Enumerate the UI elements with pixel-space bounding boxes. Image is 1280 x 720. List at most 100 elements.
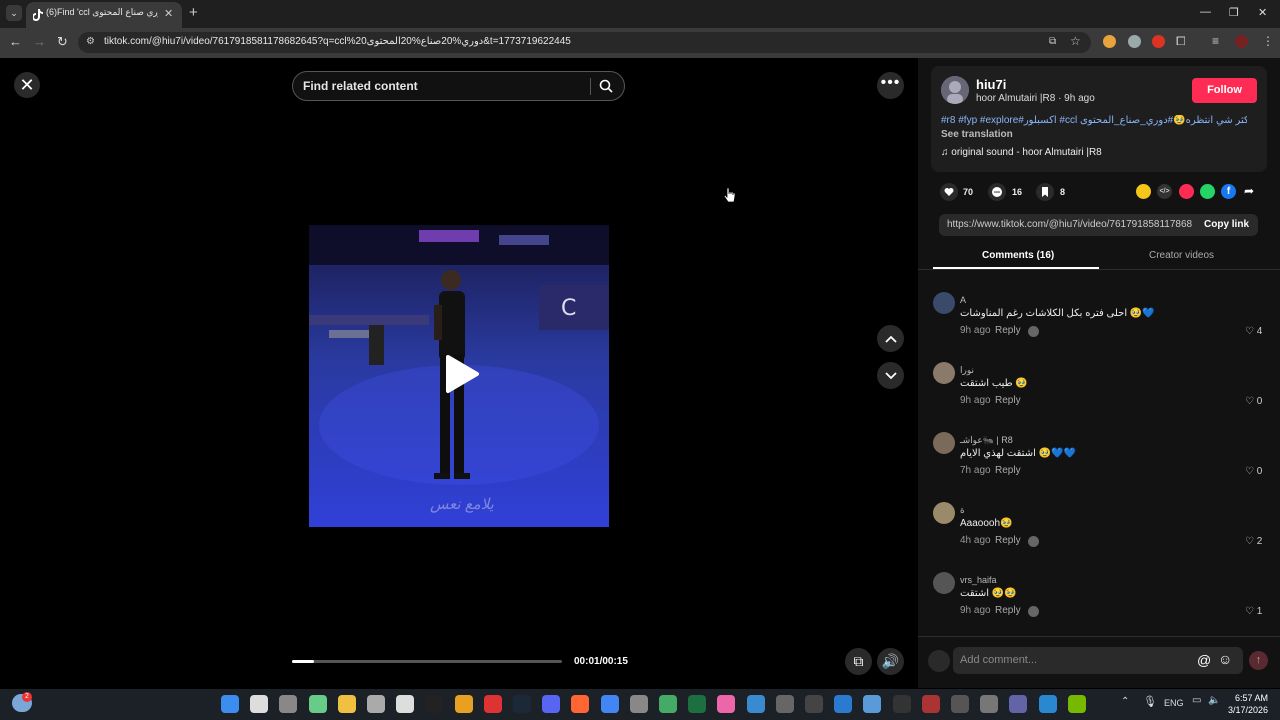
taskbar-paint-icon[interactable] (747, 695, 765, 713)
taskbar-task-view-icon[interactable] (279, 695, 297, 713)
reading-list-icon[interactable]: ≡ (1212, 34, 1219, 48)
reply-button[interactable]: Reply (995, 465, 1021, 476)
reply-button[interactable]: Reply (995, 605, 1021, 616)
share-link-url[interactable]: https://www.tiktok.com/@hiu7i/video/7617… (947, 219, 1193, 230)
emoji-share-icon[interactable] (1136, 184, 1151, 199)
reply-button[interactable]: Reply (995, 325, 1021, 336)
minimize-icon[interactable]: — (1200, 6, 1211, 18)
tab-search-button[interactable]: ⌄ (6, 5, 22, 21)
taskbar-rockstar-icon[interactable] (455, 695, 473, 713)
reload-icon[interactable]: ↻ (57, 34, 68, 50)
window-close-icon[interactable]: ✕ (1258, 6, 1267, 19)
comment-author[interactable]: ة (960, 505, 965, 516)
comment-avatar[interactable] (933, 432, 955, 454)
comment-avatar[interactable] (933, 362, 955, 384)
volume-icon[interactable]: 🔊 (877, 648, 904, 675)
reply-button[interactable]: Reply (995, 395, 1021, 406)
comment-like-button[interactable]: ♡ 0 (1245, 396, 1262, 407)
taskbar-search-icon[interactable] (250, 695, 268, 713)
bookmark-star-icon[interactable]: ☆ (1070, 34, 1081, 48)
embed-icon[interactable]: </> (1157, 184, 1172, 199)
taskbar-brave-icon[interactable] (571, 695, 589, 713)
send-to-friends-icon[interactable] (1179, 184, 1194, 199)
back-icon[interactable]: ← (9, 34, 22, 49)
taskbar-notepad-icon[interactable] (863, 695, 881, 713)
comment-author[interactable]: A (960, 295, 966, 305)
taskbar-app-1-icon[interactable] (396, 695, 414, 713)
forward-icon[interactable]: → (33, 34, 46, 49)
taskbar-edge-icon[interactable] (1039, 695, 1057, 713)
tab-creator-videos[interactable]: Creator videos (1149, 250, 1214, 261)
restore-icon[interactable]: ❐ (1229, 6, 1239, 19)
taskbar-terminal-icon[interactable] (893, 695, 911, 713)
language-indicator[interactable]: ENG (1164, 698, 1184, 708)
taskbar-copilot-2-icon[interactable] (659, 695, 677, 713)
taskbar-discord-icon[interactable] (542, 695, 560, 713)
more-options-button[interactable]: ••• (877, 72, 904, 99)
author-avatar[interactable] (941, 76, 969, 104)
comment-like-button[interactable]: ♡ 1 (1245, 606, 1262, 617)
taskbar-settings-icon[interactable] (367, 695, 385, 713)
emoji-icon[interactable]: ☺ (1218, 651, 1232, 667)
taskbar-teams-icon[interactable] (1009, 695, 1027, 713)
network-icon[interactable]: ▭ (1192, 695, 1201, 706)
mention-icon[interactable]: @ (1197, 652, 1211, 668)
taskbar-start-icon[interactable] (221, 695, 239, 713)
profile-avatar[interactable] (1235, 35, 1248, 48)
new-tab-button[interactable]: + (189, 4, 198, 21)
speaker-icon[interactable]: 🔈 (1208, 695, 1220, 706)
comment-like-button[interactable]: ♡ 0 (1245, 466, 1262, 477)
follow-button[interactable]: Follow (1192, 78, 1257, 103)
shield-icon[interactable] (1128, 35, 1141, 48)
facebook-icon[interactable]: f (1221, 184, 1236, 199)
browser-menu-icon[interactable]: ⋮ (1262, 34, 1274, 48)
search-icon[interactable] (599, 79, 613, 98)
taskbar-file-explorer-icon[interactable] (338, 695, 356, 713)
taskbar-nvidia-icon[interactable] (1068, 695, 1086, 713)
copy-link-button[interactable]: Copy link (1204, 219, 1249, 230)
comment-icon[interactable] (988, 183, 1006, 201)
send-comment-button[interactable]: ↑ (1249, 651, 1268, 670)
taskbar-app-2-icon[interactable] (630, 695, 648, 713)
microphone-icon[interactable]: 🎙 (1143, 695, 1157, 708)
taskbar-store-icon[interactable] (776, 695, 794, 713)
taskbar-copilot-icon[interactable] (309, 695, 327, 713)
comment-avatar[interactable] (933, 292, 955, 314)
close-video-button[interactable]: ✕ (14, 72, 40, 98)
reply-button[interactable]: Reply (995, 535, 1021, 546)
comment-like-button[interactable]: ♡ 4 (1245, 326, 1262, 337)
author-username[interactable]: hiu7i (976, 77, 1006, 92)
taskbar-app-5-icon[interactable] (922, 695, 940, 713)
taskbar-media-icon[interactable] (834, 695, 852, 713)
taskbar-excel-icon[interactable] (688, 695, 706, 713)
site-info-icon[interactable]: ⚙ (86, 36, 95, 47)
comment-author[interactable]: نورا (960, 365, 974, 376)
taskbar-epic-games-icon[interactable] (425, 695, 443, 713)
taskbar-chrome-icon[interactable] (601, 695, 619, 713)
extension-1-icon[interactable] (1103, 35, 1116, 48)
like-icon[interactable] (940, 183, 958, 201)
whatsapp-icon[interactable] (1200, 184, 1215, 199)
share-arrow-icon[interactable]: ➦ (1244, 184, 1254, 198)
pip-icon[interactable]: ⧉ (845, 648, 872, 675)
play-icon[interactable] (444, 354, 480, 399)
install-app-icon[interactable]: ⧉ (1049, 36, 1056, 47)
music-row[interactable]: ♫ original sound - hoor Almutairi |R8 (941, 147, 1102, 158)
tray-overflow-icon[interactable]: ⌃ (1121, 696, 1129, 707)
taskbar-app-4-icon[interactable] (805, 695, 823, 713)
clock-date[interactable]: 3/17/2026 (1222, 705, 1268, 715)
taskbar-app-3-icon[interactable] (717, 695, 735, 713)
bookmark-icon[interactable] (1036, 183, 1054, 201)
taskbar-steam-icon[interactable] (513, 695, 531, 713)
comment-avatar[interactable] (933, 572, 955, 594)
taskbar-messaging-icon[interactable] (980, 695, 998, 713)
taskbar-adobe-icon[interactable] (484, 695, 502, 713)
next-video-button[interactable] (877, 362, 904, 389)
tab-comments[interactable]: Comments (16) (982, 250, 1054, 261)
taskbar-app-6-icon[interactable] (951, 695, 969, 713)
extension-2-icon[interactable] (1152, 35, 1165, 48)
tab-close-icon[interactable]: ✕ (164, 7, 173, 20)
previous-video-button[interactable] (877, 325, 904, 352)
clock-time[interactable]: 6:57 AM (1232, 693, 1268, 703)
extensions-puzzle-icon[interactable]: ⧠ (1176, 34, 1186, 49)
